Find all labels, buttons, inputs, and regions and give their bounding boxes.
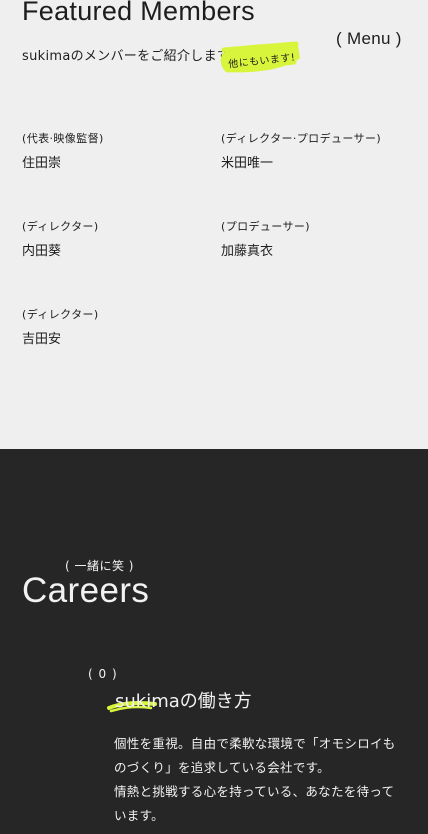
member-name: 吉田安	[22, 332, 62, 347]
body-line: います。	[114, 808, 164, 823]
others-sticker: 他にもいます!	[218, 40, 302, 76]
member-role: (ディレクター·プロデューサー)	[221, 132, 382, 145]
body-line: 情熱と挑戦する心を持っている、あなたを待って	[114, 784, 395, 799]
careers-item-number: ( 0 )	[88, 667, 118, 681]
member-card[interactable]: (代表·映像監督) 住田崇	[22, 130, 104, 171]
member-role: (プロデューサー)	[221, 220, 310, 233]
careers-title: Careers	[22, 571, 150, 610]
member-role: (ディレクター)	[22, 308, 99, 321]
featured-members-subtitle: sukimaのメンバーをご紹介します	[22, 49, 231, 64]
body-line: 個性を重視。自由で柔軟な環境で「オモシロイも	[114, 736, 396, 751]
member-name: 住田崇	[22, 156, 62, 171]
member-name: 米田唯一	[221, 156, 274, 171]
careers-item-body: 個性を重視。自由で柔軟な環境で「オモシロイも のづくり」を追求している会社です。…	[114, 732, 414, 828]
member-card[interactable]: (ディレクター·プロデューサー) 米田唯一	[221, 130, 381, 171]
member-role: (ディレクター)	[22, 220, 99, 233]
member-name: 加藤真衣	[221, 244, 274, 259]
member-card[interactable]: (ディレクター) 吉田安	[22, 306, 99, 347]
menu-button[interactable]: ( Menu )	[336, 29, 402, 49]
careers-section: ( 一緒に笑 ) Careers ( 0 ) sukimaの働き方 個性を重視。…	[0, 449, 428, 834]
careers-item-title: sukimaの働き方	[115, 691, 252, 712]
member-role: (代表·映像監督)	[22, 132, 104, 145]
member-card[interactable]: (ディレクター) 内田葵	[22, 218, 99, 259]
member-name: 内田葵	[22, 244, 62, 259]
featured-members-section: Featured Members sukimaのメンバーをご紹介します 他にもい…	[0, 0, 428, 449]
body-line: のづくり」を追求している会社です。	[114, 760, 330, 775]
careers-item-heading[interactable]: sukimaの働き方	[107, 685, 307, 721]
member-card[interactable]: (プロデューサー) 加藤真衣	[221, 218, 310, 259]
featured-members-title: Featured Members	[22, 0, 255, 26]
